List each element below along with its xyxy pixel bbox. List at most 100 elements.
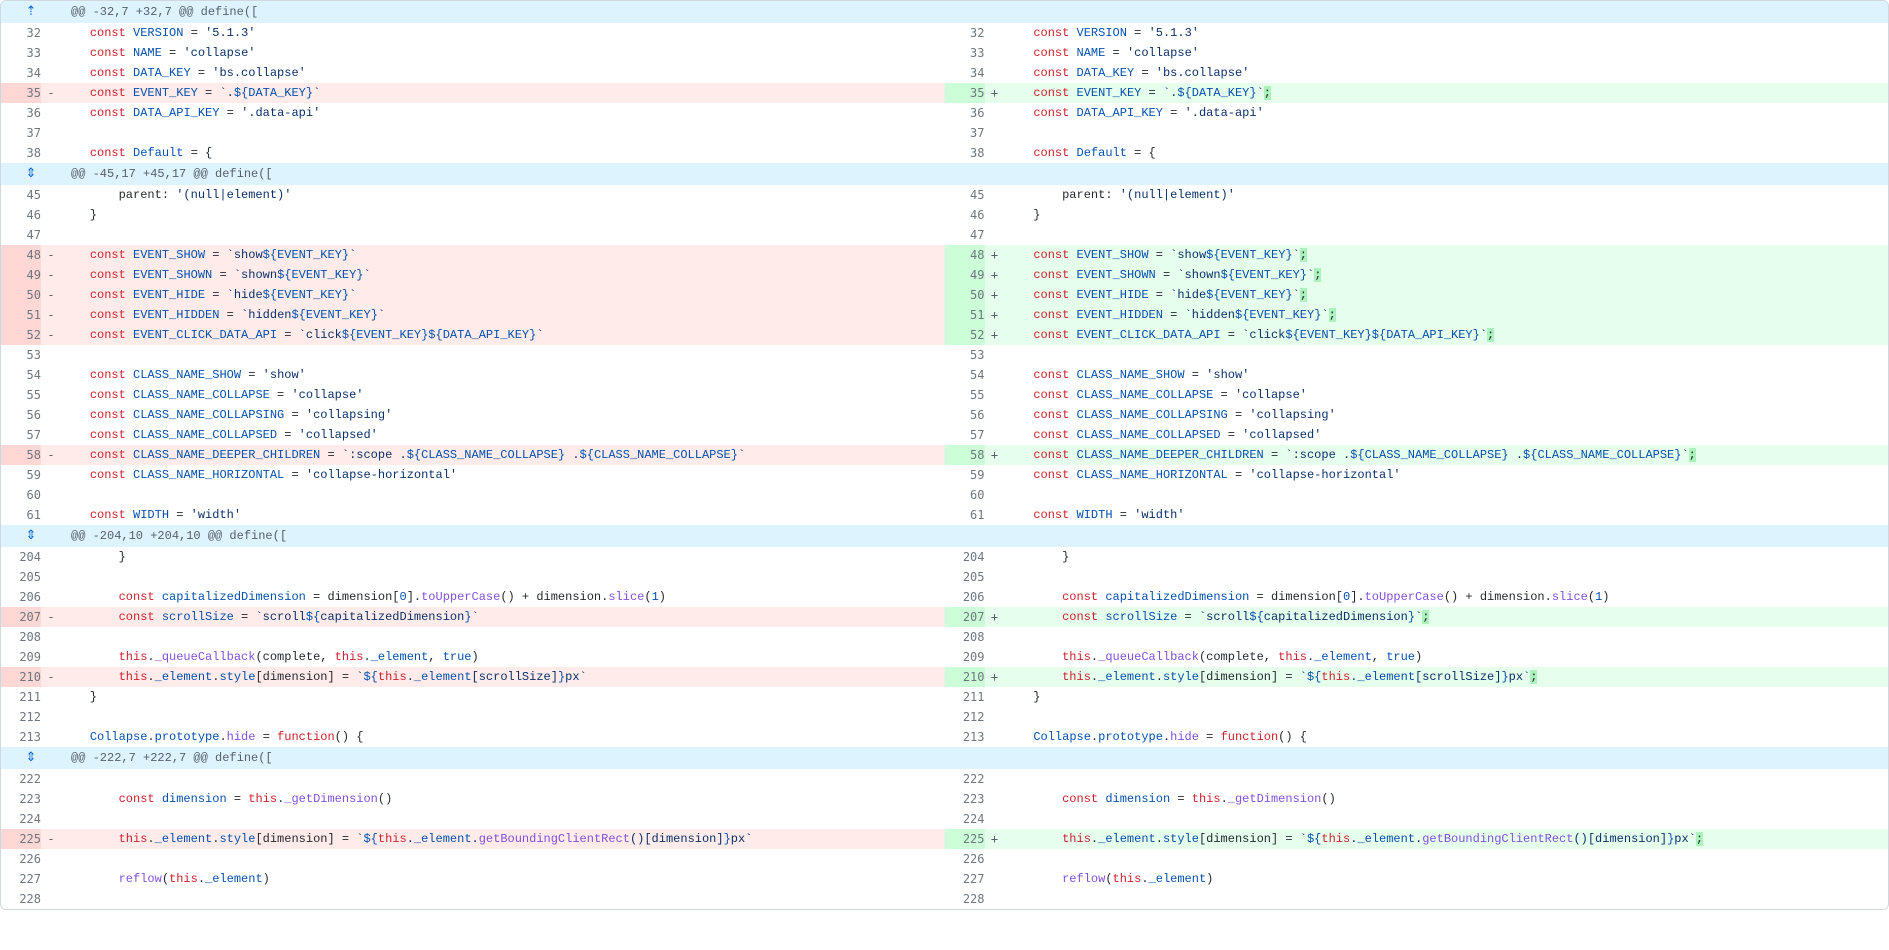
expand-button[interactable]: ⇕ [1, 525, 61, 547]
line-number-right[interactable]: 211 [945, 687, 985, 707]
code-left[interactable]: this._element.style[dimension] = `${this… [61, 829, 945, 849]
code-left[interactable]: const EVENT_HIDDEN = `hidden${EVENT_KEY}… [61, 305, 945, 325]
code-left[interactable]: const DATA_API_KEY = '.data-api' [61, 103, 945, 123]
code-right[interactable] [1005, 707, 1889, 727]
line-number-left[interactable]: 59 [1, 465, 41, 485]
code-left[interactable]: } [61, 547, 945, 567]
line-number-right[interactable]: 36 [945, 103, 985, 123]
expand-button[interactable]: ⇕ [1, 747, 61, 769]
code-right[interactable]: this._queueCallback(complete, this._elem… [1005, 647, 1889, 667]
code-right[interactable]: const CLASS_NAME_COLLAPSED = 'collapsed' [1005, 425, 1889, 445]
line-number-left[interactable]: 53 [1, 345, 41, 365]
code-left[interactable]: const EVENT_KEY = `.${DATA_KEY}` [61, 83, 945, 103]
line-number-left[interactable]: 223 [1, 789, 41, 809]
line-number-right[interactable]: 52 [945, 325, 985, 345]
code-right[interactable]: const EVENT_HIDE = `hide${EVENT_KEY}`; [1005, 285, 1889, 305]
code-left[interactable] [61, 889, 945, 909]
code-right[interactable]: const EVENT_KEY = `.${DATA_KEY}`; [1005, 83, 1889, 103]
line-number-left[interactable]: 224 [1, 809, 41, 829]
line-number-right[interactable]: 209 [945, 647, 985, 667]
code-right[interactable]: const EVENT_SHOW = `show${EVENT_KEY}`; [1005, 245, 1889, 265]
line-number-right[interactable]: 210 [945, 667, 985, 687]
line-number-left[interactable]: 56 [1, 405, 41, 425]
line-number-left[interactable]: 209 [1, 647, 41, 667]
line-number-left[interactable]: 61 [1, 505, 41, 525]
line-number-left[interactable]: 225 [1, 829, 41, 849]
line-number-right[interactable]: 60 [945, 485, 985, 505]
code-right[interactable]: const dimension = this._getDimension() [1005, 789, 1889, 809]
line-number-left[interactable]: 206 [1, 587, 41, 607]
line-number-right[interactable]: 50 [945, 285, 985, 305]
line-number-left[interactable]: 51 [1, 305, 41, 325]
line-number-left[interactable]: 36 [1, 103, 41, 123]
code-left[interactable]: const capitalizedDimension = dimension[0… [61, 587, 945, 607]
code-right[interactable]: const CLASS_NAME_SHOW = 'show' [1005, 365, 1889, 385]
code-left[interactable]: const CLASS_NAME_COLLAPSING = 'collapsin… [61, 405, 945, 425]
code-left[interactable] [61, 567, 945, 587]
code-right[interactable] [1005, 485, 1889, 505]
line-number-left[interactable]: 58 [1, 445, 41, 465]
line-number-left[interactable]: 48 [1, 245, 41, 265]
expand-both-icon[interactable]: ⇕ [26, 749, 37, 765]
line-number-right[interactable]: 32 [945, 23, 985, 43]
code-right[interactable]: const CLASS_NAME_COLLAPSING = 'collapsin… [1005, 405, 1889, 425]
expand-button[interactable]: ⇕ [1, 163, 61, 185]
code-left[interactable] [61, 769, 945, 789]
code-left[interactable] [61, 485, 945, 505]
line-number-right[interactable]: 212 [945, 707, 985, 727]
line-number-left[interactable]: 222 [1, 769, 41, 789]
code-left[interactable]: const dimension = this._getDimension() [61, 789, 945, 809]
line-number-right[interactable]: 223 [945, 789, 985, 809]
line-number-right[interactable]: 206 [945, 587, 985, 607]
code-right[interactable] [1005, 627, 1889, 647]
code-left[interactable]: Collapse.prototype.hide = function() { [61, 727, 945, 747]
line-number-right[interactable]: 55 [945, 385, 985, 405]
code-right[interactable]: const EVENT_SHOWN = `shown${EVENT_KEY}`; [1005, 265, 1889, 285]
line-number-left[interactable]: 207 [1, 607, 41, 627]
code-left[interactable] [61, 849, 945, 869]
line-number-right[interactable]: 207 [945, 607, 985, 627]
line-number-right[interactable]: 53 [945, 345, 985, 365]
code-right[interactable] [1005, 849, 1889, 869]
code-left[interactable] [61, 809, 945, 829]
line-number-left[interactable]: 35 [1, 83, 41, 103]
line-number-right[interactable]: 226 [945, 849, 985, 869]
line-number-right[interactable]: 48 [945, 245, 985, 265]
code-right[interactable]: } [1005, 205, 1889, 225]
code-right[interactable]: this._element.style[dimension] = `${this… [1005, 667, 1889, 687]
line-number-right[interactable]: 46 [945, 205, 985, 225]
line-number-right[interactable]: 34 [945, 63, 985, 83]
line-number-left[interactable]: 226 [1, 849, 41, 869]
code-left[interactable] [61, 225, 945, 245]
code-left[interactable]: const CLASS_NAME_COLLAPSE = 'collapse' [61, 385, 945, 405]
line-number-right[interactable]: 227 [945, 869, 985, 889]
code-left[interactable]: reflow(this._element) [61, 869, 945, 889]
code-left[interactable] [61, 627, 945, 647]
line-number-right[interactable]: 51 [945, 305, 985, 325]
expand-button[interactable]: ⇡ [1, 1, 61, 23]
code-right[interactable]: Collapse.prototype.hide = function() { [1005, 727, 1889, 747]
code-left[interactable]: const CLASS_NAME_COLLAPSED = 'collapsed' [61, 425, 945, 445]
line-number-right[interactable]: 208 [945, 627, 985, 647]
line-number-left[interactable]: 32 [1, 23, 41, 43]
line-number-right[interactable]: 38 [945, 143, 985, 163]
line-number-left[interactable]: 50 [1, 285, 41, 305]
line-number-left[interactable]: 60 [1, 485, 41, 505]
line-number-left[interactable]: 49 [1, 265, 41, 285]
code-right[interactable]: const CLASS_NAME_HORIZONTAL = 'collapse-… [1005, 465, 1889, 485]
code-left[interactable]: } [61, 687, 945, 707]
code-right[interactable]: const VERSION = '5.1.3' [1005, 23, 1889, 43]
code-left[interactable]: const NAME = 'collapse' [61, 43, 945, 63]
code-right[interactable]: } [1005, 687, 1889, 707]
code-right[interactable] [1005, 225, 1889, 245]
code-left[interactable]: const CLASS_NAME_DEEPER_CHILDREN = `:sco… [61, 445, 945, 465]
line-number-left[interactable]: 210 [1, 667, 41, 687]
code-left[interactable]: const EVENT_CLICK_DATA_API = `click${EVE… [61, 325, 945, 345]
line-number-left[interactable]: 38 [1, 143, 41, 163]
code-right[interactable] [1005, 345, 1889, 365]
line-number-left[interactable]: 228 [1, 889, 41, 909]
line-number-left[interactable]: 46 [1, 205, 41, 225]
line-number-right[interactable]: 225 [945, 829, 985, 849]
code-right[interactable] [1005, 809, 1889, 829]
line-number-right[interactable]: 61 [945, 505, 985, 525]
